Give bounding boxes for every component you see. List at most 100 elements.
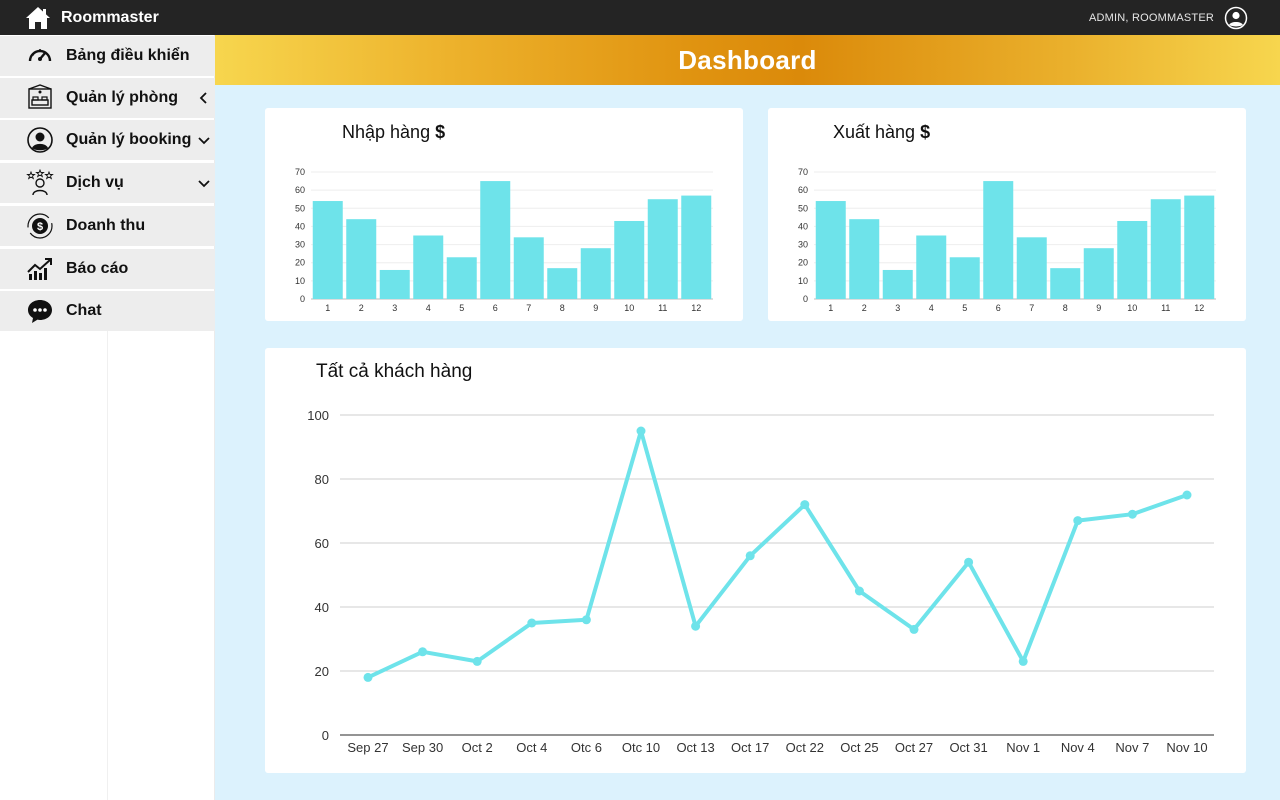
data-point bbox=[964, 557, 974, 567]
x-tick-label: Oct 13 bbox=[676, 740, 714, 755]
x-tick-label: Oct 17 bbox=[731, 740, 769, 755]
sidebar-item-label: Dịch vụ bbox=[66, 174, 124, 191]
sidebar-item-label: Doanh thu bbox=[66, 217, 146, 234]
user-menu[interactable]: ADMIN, ROOMMASTER bbox=[1089, 5, 1248, 31]
bar bbox=[681, 195, 712, 299]
x-tick-label: Oct 22 bbox=[786, 740, 824, 755]
svg-text:$: $ bbox=[37, 221, 43, 233]
y-tick-label: 80 bbox=[315, 472, 329, 487]
bar bbox=[580, 248, 611, 299]
sidebar-item-reports[interactable]: Báo cáo bbox=[0, 249, 215, 289]
y-tick-label: 60 bbox=[295, 185, 305, 195]
y-tick-label: 60 bbox=[798, 185, 808, 195]
x-tick-label: 7 bbox=[1029, 303, 1034, 313]
sidebar-item-revenue[interactable]: $ Doanh thu bbox=[0, 206, 215, 246]
data-point bbox=[745, 551, 755, 561]
series-line bbox=[366, 429, 1189, 680]
y-tick-label: 0 bbox=[300, 294, 305, 304]
y-tick-label: 0 bbox=[322, 728, 329, 743]
data-point bbox=[472, 656, 482, 666]
service-stars-icon bbox=[25, 168, 55, 198]
import-bar-chart: 0102030405060701 2 3 4 5 6 7 8 9 10 11 12 bbox=[295, 167, 713, 313]
x-tick-label: Nov 1 bbox=[1006, 740, 1040, 755]
x-tick-label: Oct 31 bbox=[949, 740, 987, 755]
x-tick-label: 4 bbox=[426, 303, 431, 313]
bar bbox=[446, 257, 477, 299]
bar bbox=[882, 269, 913, 299]
data-point bbox=[1182, 490, 1192, 500]
y-tick-label: 20 bbox=[798, 258, 808, 268]
chevron-down-icon bbox=[198, 180, 210, 188]
data-point bbox=[1127, 509, 1137, 519]
import-chart-card: Nhập hàng $ 0 10 20 30 40 50 60 70 1 2 3 4 5 6 7 8 9 10 11… bbox=[265, 108, 743, 321]
bar bbox=[346, 219, 377, 299]
speedometer-icon bbox=[25, 41, 55, 71]
bar bbox=[647, 199, 678, 299]
data-point bbox=[363, 672, 373, 682]
main-content: Dashboard Nhập hàng $ 0 10 20 30 40 50 60 70 1 2 3… bbox=[215, 35, 1280, 800]
data-point bbox=[691, 621, 701, 631]
bar bbox=[1083, 248, 1114, 299]
x-tick-label: 1 bbox=[828, 303, 833, 313]
sidebar-item-services[interactable]: Dịch vụ bbox=[0, 163, 215, 203]
x-tick-label: Oct 27 bbox=[895, 740, 933, 755]
sidebar: Bảng điều khiển Quản lý phòng Quản lý bo… bbox=[0, 35, 215, 800]
page-title: Dashboard bbox=[678, 44, 817, 75]
x-tick-label: 2 bbox=[359, 303, 364, 313]
y-tick-label: 10 bbox=[798, 276, 808, 286]
bar bbox=[983, 181, 1014, 299]
customers-line-chart: 0 20 40 60 80 100 Sep 27 Sep 30 Oct 2 Oct 4 Otc 6 O… bbox=[307, 408, 1214, 755]
sidebar-divider bbox=[107, 331, 108, 800]
export-chart-card: Xuất hàng $ 0 10 20 30 40 50 60 70 1 2 3 4 5 6 7 8 9 10 11… bbox=[768, 108, 1246, 321]
trend-chart-icon bbox=[25, 254, 55, 284]
home-icon bbox=[26, 7, 50, 29]
y-tick-label: 0 bbox=[803, 294, 808, 304]
sidebar-item-label: Bảng điều khiển bbox=[66, 47, 190, 64]
bar bbox=[1117, 220, 1148, 299]
x-tick-label: Nov 7 bbox=[1115, 740, 1149, 755]
bar bbox=[1150, 199, 1181, 299]
x-tick-label: 9 bbox=[1096, 303, 1101, 313]
x-tick-label: 7 bbox=[526, 303, 531, 313]
sidebar-item-rooms[interactable]: Quản lý phòng bbox=[0, 78, 215, 118]
data-point bbox=[636, 426, 646, 436]
brand[interactable]: Roommaster bbox=[24, 4, 159, 32]
revenue-coin-icon: $ bbox=[25, 211, 55, 241]
bar bbox=[312, 201, 343, 299]
y-tick-label: 20 bbox=[315, 664, 329, 679]
x-tick-label: Nov 4 bbox=[1061, 740, 1095, 755]
chevron-left-icon bbox=[199, 92, 207, 104]
x-tick-label: 2 bbox=[862, 303, 867, 313]
y-tick-label: 70 bbox=[295, 167, 305, 177]
sidebar-item-dashboard[interactable]: Bảng điều khiển bbox=[0, 36, 215, 76]
user-avatar-icon[interactable] bbox=[1224, 6, 1248, 30]
data-point bbox=[1018, 656, 1028, 666]
bar bbox=[1050, 268, 1081, 299]
data-point bbox=[800, 500, 810, 510]
x-tick-label: 4 bbox=[929, 303, 934, 313]
x-tick-label: 3 bbox=[392, 303, 397, 313]
data-point bbox=[1073, 516, 1083, 526]
page-banner: Dashboard bbox=[215, 35, 1280, 85]
data-point bbox=[854, 586, 864, 596]
data-point bbox=[909, 624, 919, 634]
user-name: ADMIN, ROOMMASTER bbox=[1088, 12, 1214, 24]
bar bbox=[379, 269, 410, 299]
x-tick-label: 3 bbox=[895, 303, 900, 313]
y-tick-label: 40 bbox=[315, 600, 329, 615]
x-tick-label: 6 bbox=[996, 303, 1001, 313]
bar bbox=[513, 237, 544, 299]
x-tick-label: 10 bbox=[624, 303, 634, 313]
x-tick-label: 11 bbox=[1161, 303, 1170, 313]
x-tick-label: Otc 10 bbox=[622, 740, 660, 755]
app-name: Roommaster bbox=[61, 9, 159, 26]
data-point bbox=[418, 647, 428, 657]
bar bbox=[1184, 195, 1215, 299]
y-tick-label: 20 bbox=[295, 258, 305, 268]
sidebar-item-label: Báo cáo bbox=[66, 260, 129, 277]
sidebar-item-booking[interactable]: Quản lý booking bbox=[0, 120, 215, 160]
sidebar-item-chat[interactable]: Chat bbox=[0, 291, 215, 331]
x-tick-label: Oct 2 bbox=[462, 740, 493, 755]
bar bbox=[480, 181, 511, 299]
user-circle-icon bbox=[25, 125, 55, 155]
